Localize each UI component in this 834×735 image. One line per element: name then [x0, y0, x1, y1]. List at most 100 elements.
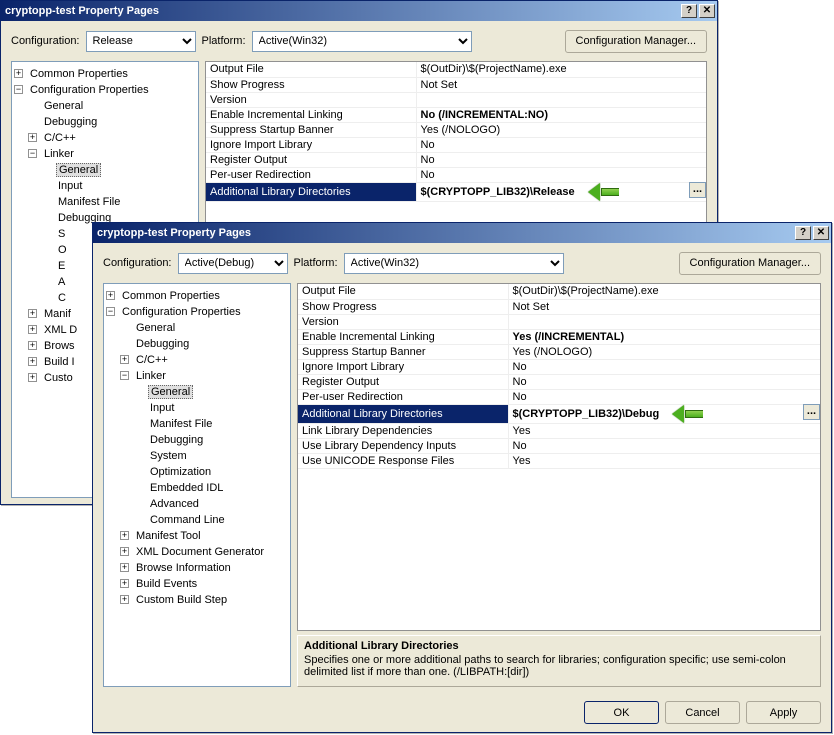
titlebar[interactable]: cryptopp-test Property Pages ? ✕ — [1, 1, 717, 21]
tree-linker-advanced[interactable]: Advanced — [148, 498, 201, 510]
tree-linker-cmdline[interactable]: Command Line — [148, 514, 227, 526]
description-text: Specifies one or more additional paths t… — [304, 654, 814, 678]
tree-item[interactable]: Build I — [42, 356, 77, 368]
tree-custom-build[interactable]: Custom Build Step — [134, 594, 229, 606]
expand-icon[interactable]: + — [28, 309, 37, 318]
collapse-icon[interactable]: − — [120, 371, 129, 380]
tree-linker-general[interactable]: General — [56, 163, 101, 177]
tree-item[interactable]: Custo — [42, 372, 75, 384]
tree-item[interactable]: S — [56, 228, 67, 240]
prop-row: Enable Incremental LinkingNo (/INCREMENT… — [206, 107, 706, 122]
prop-row: Link Library DependenciesYes — [298, 423, 820, 438]
tree-linker-embedded-idl[interactable]: Embedded IDL — [148, 482, 225, 494]
tree-item[interactable]: E — [56, 260, 67, 272]
configuration-manager-button[interactable]: Configuration Manager... — [565, 30, 707, 53]
prop-row: Suppress Startup BannerYes (/NOLOGO) — [206, 122, 706, 137]
expand-icon[interactable]: + — [120, 595, 129, 604]
expand-icon[interactable]: + — [28, 357, 37, 366]
expand-icon[interactable]: + — [120, 531, 129, 540]
close-icon[interactable]: ✕ — [699, 4, 715, 18]
prop-row: Per-user RedirectionNo — [298, 389, 820, 404]
property-pages-window-debug: cryptopp-test Property Pages ? ✕ Configu… — [92, 222, 832, 733]
prop-row: Output File$(OutDir)\$(ProjectName).exe — [206, 62, 706, 77]
tree-common-properties[interactable]: Common Properties — [120, 290, 222, 302]
expand-icon[interactable]: + — [120, 579, 129, 588]
close-icon[interactable]: ✕ — [813, 226, 829, 240]
platform-select[interactable]: Active(Win32) — [344, 253, 564, 274]
configuration-manager-button[interactable]: Configuration Manager... — [679, 252, 821, 275]
window-title: cryptopp-test Property Pages — [5, 5, 679, 17]
tree-configuration-properties[interactable]: Configuration Properties — [120, 306, 243, 318]
tree-linker-input[interactable]: Input — [56, 180, 84, 192]
prop-row-selected: Additional Library Directories $(CRYPTOP… — [298, 404, 820, 423]
cancel-button[interactable]: Cancel — [665, 701, 740, 724]
expand-icon[interactable]: + — [28, 133, 37, 142]
collapse-icon[interactable]: − — [14, 85, 23, 94]
tree-general[interactable]: General — [134, 322, 177, 334]
tree-xml-doc[interactable]: XML Document Generator — [134, 546, 266, 558]
property-grid[interactable]: Output File$(OutDir)\$(ProjectName).exe … — [297, 283, 821, 631]
tree-linker-manifest-file[interactable]: Manifest File — [56, 196, 122, 208]
collapse-icon[interactable]: − — [28, 149, 37, 158]
expand-icon[interactable]: + — [106, 291, 115, 300]
tree-item[interactable]: O — [56, 244, 69, 256]
tree-browse-info[interactable]: Browse Information — [134, 562, 233, 574]
tree-ccpp[interactable]: C/C++ — [134, 354, 170, 366]
apply-button[interactable]: Apply — [746, 701, 821, 724]
tree-general[interactable]: General — [42, 100, 85, 112]
tree-item[interactable]: XML D — [42, 324, 79, 336]
prop-row: Output File$(OutDir)\$(ProjectName).exe — [298, 284, 820, 299]
tree-linker-debugging[interactable]: Debugging — [148, 434, 205, 446]
tree-linker-manifest-file[interactable]: Manifest File — [148, 418, 214, 430]
ellipsis-button[interactable]: ... — [803, 404, 820, 420]
collapse-icon[interactable]: − — [106, 307, 115, 316]
tree-build-events[interactable]: Build Events — [134, 578, 199, 590]
dialog-body: +Common Properties −Configuration Proper… — [93, 283, 831, 693]
tree-linker[interactable]: Linker — [42, 148, 76, 160]
configuration-label: Configuration: — [103, 257, 172, 269]
prop-row: Suppress Startup BannerYes (/NOLOGO) — [298, 344, 820, 359]
tree-common-properties[interactable]: Common Properties — [28, 68, 130, 80]
tree-manifest-tool[interactable]: Manifest Tool — [134, 530, 203, 542]
prop-row: Ignore Import LibraryNo — [206, 137, 706, 152]
expand-icon[interactable]: + — [28, 373, 37, 382]
tree-linker[interactable]: Linker — [134, 370, 168, 382]
ellipsis-button[interactable]: ... — [689, 182, 706, 198]
tree-linker-input[interactable]: Input — [148, 402, 176, 414]
tree-ccpp[interactable]: C/C++ — [42, 132, 78, 144]
prop-row: Register OutputNo — [206, 152, 706, 167]
help-icon[interactable]: ? — [795, 226, 811, 240]
description-title: Additional Library Directories — [304, 640, 814, 652]
tree-debugging[interactable]: Debugging — [42, 116, 99, 128]
tree-linker-optimization[interactable]: Optimization — [148, 466, 213, 478]
tree-item[interactable]: C — [56, 292, 68, 304]
configuration-select[interactable]: Release — [86, 31, 196, 52]
prop-row: Enable Incremental LinkingYes (/INCREMEN… — [298, 329, 820, 344]
expand-icon[interactable]: + — [28, 341, 37, 350]
ok-button[interactable]: OK — [584, 701, 659, 724]
expand-icon[interactable]: + — [120, 563, 129, 572]
tree-linker-system[interactable]: System — [148, 450, 189, 462]
platform-select[interactable]: Active(Win32) — [252, 31, 472, 52]
prop-row: Show ProgressNot Set — [206, 77, 706, 92]
tree-configuration-properties[interactable]: Configuration Properties — [28, 84, 151, 96]
expand-icon[interactable]: + — [28, 325, 37, 334]
arrow-callout-icon — [589, 183, 619, 201]
titlebar[interactable]: cryptopp-test Property Pages ? ✕ — [93, 223, 831, 243]
expand-icon[interactable]: + — [120, 355, 129, 364]
prop-row: Register OutputNo — [298, 374, 820, 389]
tree-item[interactable]: Brows — [42, 340, 77, 352]
tree-item[interactable]: A — [56, 276, 67, 288]
expand-icon[interactable]: + — [14, 69, 23, 78]
prop-value: $(CRYPTOPP_LIB32)\Debug — [513, 408, 660, 420]
tree-view[interactable]: +Common Properties −Configuration Proper… — [103, 283, 291, 687]
tree-debugging[interactable]: Debugging — [134, 338, 191, 350]
prop-row: Show ProgressNot Set — [298, 299, 820, 314]
prop-value: $(CRYPTOPP_LIB32)\Release — [421, 186, 575, 198]
configuration-select[interactable]: Active(Debug) — [178, 253, 288, 274]
help-icon[interactable]: ? — [681, 4, 697, 18]
expand-icon[interactable]: + — [120, 547, 129, 556]
tree-item[interactable]: Manif — [42, 308, 73, 320]
tree-linker-general[interactable]: General — [148, 385, 193, 399]
prop-row: Use Library Dependency InputsNo — [298, 438, 820, 453]
